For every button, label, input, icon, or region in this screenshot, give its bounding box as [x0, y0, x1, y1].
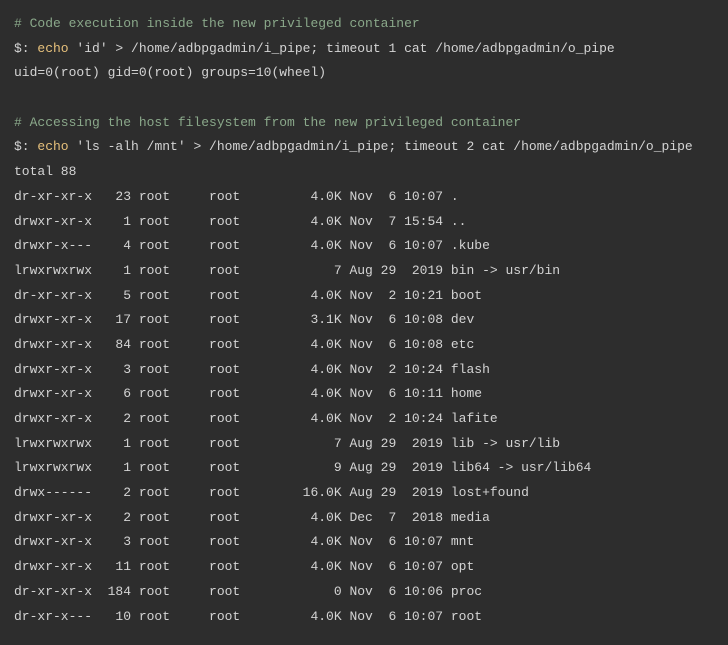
file-row: drwxr-xr-x 11 root root 4.0K Nov 6 10:07…	[14, 555, 714, 580]
prompt-1: $:	[14, 41, 37, 56]
file-row: dr-xr-xr-x 23 root root 4.0K Nov 6 10:07…	[14, 185, 714, 210]
file-row: lrwxrwxrwx 1 root root 7 Aug 29 2019 bin…	[14, 259, 714, 284]
file-row: drwxr-x--- 4 root root 4.0K Nov 6 10:07 …	[14, 234, 714, 259]
file-row: drwxr-xr-x 2 root root 4.0K Nov 2 10:24 …	[14, 407, 714, 432]
file-row: drwxr-xr-x 6 root root 4.0K Nov 6 10:11 …	[14, 382, 714, 407]
file-row: drwxr-xr-x 84 root root 4.0K Nov 6 10:08…	[14, 333, 714, 358]
command-line-2: $: echo 'ls -alh /mnt' > /home/adbpgadmi…	[14, 135, 714, 160]
file-row: drwxr-xr-x 1 root root 4.0K Nov 7 15:54 …	[14, 210, 714, 235]
echo-cmd-1: echo	[37, 41, 68, 56]
file-row: lrwxrwxrwx 1 root root 7 Aug 29 2019 lib…	[14, 432, 714, 457]
command-line-1: $: echo 'id' > /home/adbpgadmin/i_pipe; …	[14, 37, 714, 62]
file-row: drwx------ 2 root root 16.0K Aug 29 2019…	[14, 481, 714, 506]
comment-line-2: # Accessing the host filesystem from the…	[14, 111, 714, 136]
file-listing: dr-xr-xr-x 23 root root 4.0K Nov 6 10:07…	[14, 185, 714, 629]
prompt-2: $:	[14, 139, 37, 154]
file-row: dr-xr-x--- 10 root root 4.0K Nov 6 10:07…	[14, 605, 714, 630]
file-row: dr-xr-xr-x 5 root root 4.0K Nov 2 10:21 …	[14, 284, 714, 309]
blank-line-1	[14, 86, 714, 111]
file-row: drwxr-xr-x 3 root root 4.0K Nov 6 10:07 …	[14, 530, 714, 555]
file-row: drwxr-xr-x 17 root root 3.1K Nov 6 10:08…	[14, 308, 714, 333]
cmd-args-1: 'id' > /home/adbpgadmin/i_pipe; timeout …	[69, 41, 615, 56]
echo-cmd-2: echo	[37, 139, 68, 154]
file-row: lrwxrwxrwx 1 root root 9 Aug 29 2019 lib…	[14, 456, 714, 481]
output-line-1: uid=0(root) gid=0(root) groups=10(wheel)	[14, 61, 714, 86]
comment-line-1: # Code execution inside the new privileg…	[14, 12, 714, 37]
file-row: dr-xr-xr-x 184 root root 0 Nov 6 10:06 p…	[14, 580, 714, 605]
total-line: total 88	[14, 160, 714, 185]
file-row: drwxr-xr-x 3 root root 4.0K Nov 2 10:24 …	[14, 358, 714, 383]
file-row: drwxr-xr-x 2 root root 4.0K Dec 7 2018 m…	[14, 506, 714, 531]
cmd-args-2: 'ls -alh /mnt' > /home/adbpgadmin/i_pipe…	[69, 139, 693, 154]
